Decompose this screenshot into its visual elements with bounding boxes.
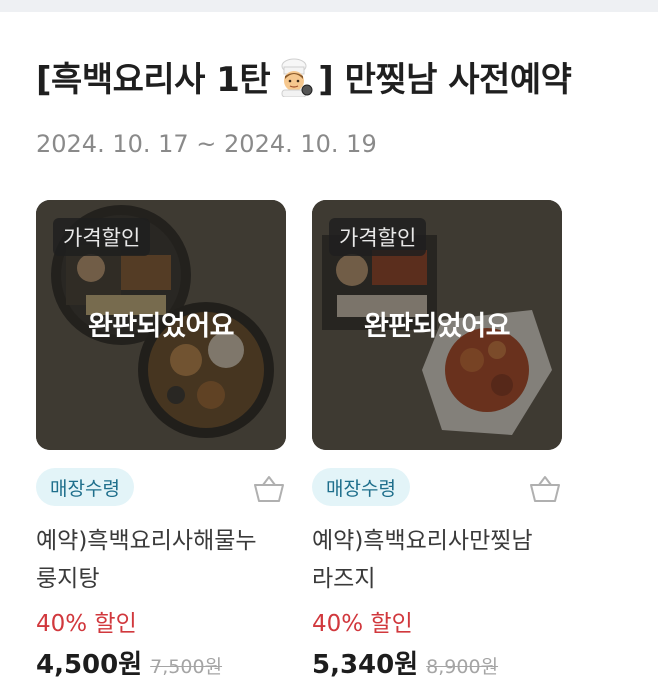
cart-icon[interactable] [528, 472, 562, 506]
product-card[interactable]: 가격할인 완판되었어요 매장수령 예약)흑백요리사해물누룽지탕 40% 할인 4… [36, 200, 286, 680]
product-name[interactable]: 예약)흑백요리사해물누룽지탕 [36, 522, 276, 598]
product-card[interactable]: 가격할인 완판되었어요 매장수령 예약)흑백요리사만찢남라즈지 40% 할인 5… [312, 200, 562, 680]
title-part-1: [흑백요리사 1탄 [36, 60, 271, 100]
product-name[interactable]: 예약)흑백요리사만찢남라즈지 [312, 522, 552, 598]
price-discount-badge: 가격할인 [329, 218, 427, 256]
price-discount-badge: 가격할인 [53, 218, 151, 256]
product-image[interactable]: 가격할인 완판되었어요 [312, 200, 562, 450]
original-price: 8,900원 [426, 656, 499, 678]
date-range: 2024. 10. 17 ~ 2024. 10. 19 [36, 130, 377, 158]
sale-price: 5,340원 [312, 650, 419, 680]
cart-icon[interactable] [252, 472, 286, 506]
pickup-badge: 매장수령 [312, 468, 410, 506]
price-row: 4,500원 7,500원 [36, 644, 222, 681]
title-part-2: ] 만찢남 사전예약 [318, 60, 572, 100]
page-title: [흑백요리사 1탄 ] 만찢남 사전예약 [36, 52, 572, 101]
discount-rate: 40% 할인 [36, 611, 137, 637]
product-image[interactable]: 가격할인 완판되었어요 [36, 200, 286, 450]
pickup-badge: 매장수령 [36, 468, 134, 506]
soldout-label: 완판되었어요 [363, 311, 511, 342]
soldout-label: 완판되었어요 [87, 311, 235, 342]
sale-price: 4,500원 [36, 650, 143, 680]
discount-rate: 40% 할인 [312, 611, 413, 637]
original-price: 7,500원 [150, 656, 223, 678]
price-row: 5,340원 8,900원 [312, 644, 498, 681]
top-bar [0, 0, 658, 12]
chef-icon [274, 57, 314, 97]
